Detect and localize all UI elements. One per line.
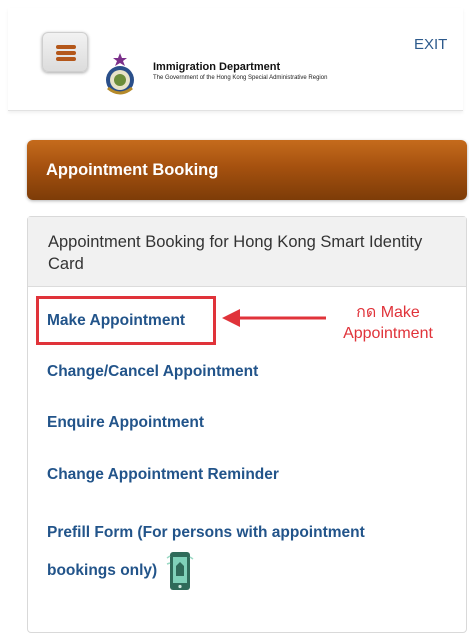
section-title: Appointment Booking (46, 161, 219, 179)
menu-bar (56, 45, 76, 49)
annotation-text: กด Make Appointment (330, 302, 446, 344)
change-appointment-reminder-link[interactable]: Change Appointment Reminder (47, 466, 279, 484)
department-subtitle: The Government of the Hong Kong Special … (153, 75, 328, 81)
panel-title: Appointment Booking for Hong Kong Smart … (48, 233, 423, 273)
immigration-emblem-icon (106, 53, 134, 95)
change-cancel-appointment-link[interactable]: Change/Cancel Appointment (47, 363, 258, 381)
department-name: Immigration Department (153, 61, 281, 73)
annotation-line-1: กด Make (356, 304, 420, 321)
site-header: Immigration Department The Government of… (8, 8, 463, 111)
enquire-appointment-link[interactable]: Enquire Appointment (47, 414, 204, 432)
annotation-arrow-icon (222, 309, 326, 327)
prefill-form-link[interactable]: Prefill Form (For persons with appointme… (47, 516, 427, 592)
panel-header: Appointment Booking for Hong Kong Smart … (28, 217, 466, 287)
menu-bar (56, 57, 76, 61)
menu-bar (56, 51, 76, 55)
section-header-bar: Appointment Booking (27, 140, 467, 200)
mobile-phone-icon (166, 552, 193, 590)
annotation-highlight-box (36, 296, 216, 345)
annotation-line-2: Appointment (343, 325, 433, 342)
prefill-form-label: Prefill Form (For persons with appointme… (47, 524, 365, 580)
exit-link[interactable]: EXIT (414, 36, 447, 53)
hamburger-menu-button[interactable] (42, 32, 88, 72)
